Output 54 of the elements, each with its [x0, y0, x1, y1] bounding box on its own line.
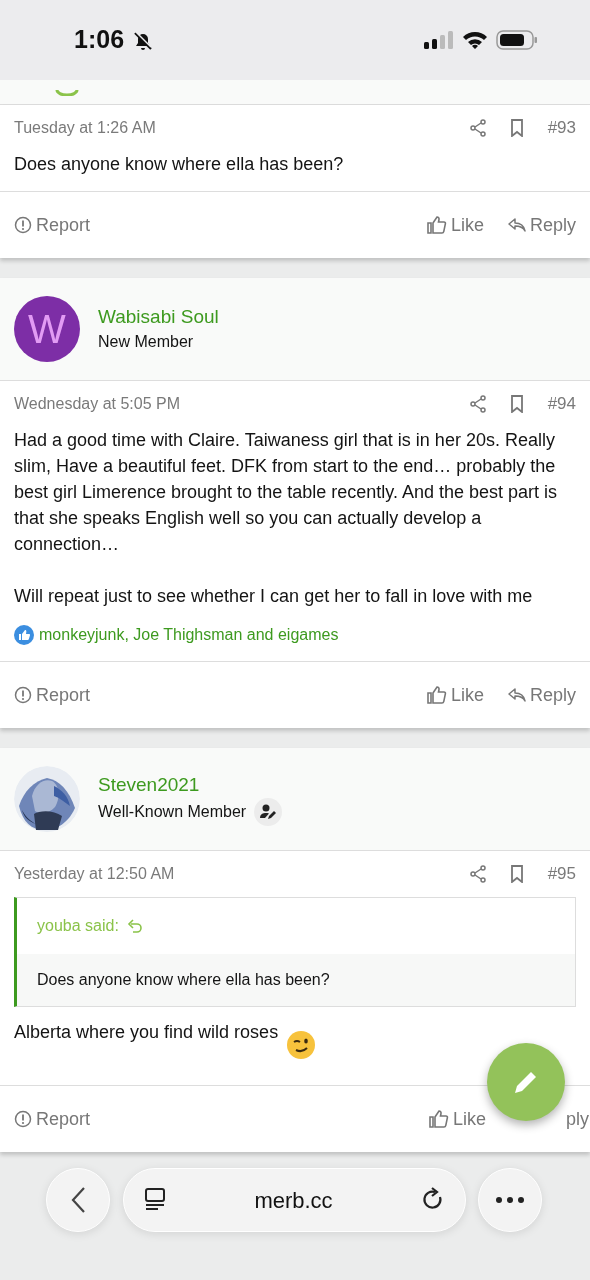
member-title: New Member	[98, 332, 194, 352]
bookmark-icon[interactable]	[509, 395, 524, 413]
report-button[interactable]: Report	[14, 681, 91, 709]
status-time: 1:06	[74, 24, 125, 56]
post-text: Alberta where you find wild roses	[14, 1021, 279, 1044]
member-title: Well-Known Member	[98, 802, 247, 822]
report-button[interactable]: Report	[14, 1105, 91, 1133]
username-link[interactable]: Wabisabi Soul	[98, 304, 219, 330]
quote-text: Does anyone know where ella has been?	[17, 954, 575, 1006]
reply-icon	[507, 687, 526, 703]
report-button[interactable]: Report	[14, 211, 91, 239]
post-date[interactable]: Wednesday at 5:05 PM	[14, 392, 181, 416]
reply-button[interactable]: Reply	[507, 681, 576, 709]
username-link[interactable]: Steven2021	[98, 772, 283, 798]
signal-icon	[424, 30, 454, 50]
reply-button[interactable]: ply	[566, 1105, 589, 1133]
bookmark-icon[interactable]	[509, 865, 524, 883]
warning-icon	[14, 686, 32, 704]
warning-icon	[14, 1110, 32, 1128]
battery-icon	[496, 30, 538, 50]
wifi-icon	[462, 30, 488, 50]
post-date[interactable]: Yesterday at 12:50 AM	[14, 862, 175, 886]
like-button[interactable]: Like	[426, 681, 484, 709]
post-number-link[interactable]: #93	[547, 115, 576, 141]
post-date[interactable]: Tuesday at 1:26 AM	[14, 116, 156, 140]
winking-face-icon	[286, 1030, 317, 1060]
reader-icon	[144, 1187, 166, 1213]
person-pen-icon	[254, 798, 283, 826]
address-bar[interactable]: merb.cc	[123, 1168, 466, 1232]
thumbs-up-icon	[428, 1109, 449, 1129]
thumbs-up-icon	[14, 625, 34, 645]
reply-button[interactable]: Reply	[507, 211, 576, 239]
like-button[interactable]: Like	[428, 1105, 486, 1133]
more-icon	[496, 1197, 524, 1203]
like-button[interactable]: Like	[426, 211, 484, 239]
avatar: W	[14, 296, 80, 362]
back-icon	[70, 1186, 86, 1214]
url-text: merb.cc	[254, 1186, 333, 1215]
warning-icon	[14, 216, 32, 234]
reactions-link[interactable]: monkeyjunk, Joe Thighsman and eigames	[39, 623, 339, 647]
bookmark-icon[interactable]	[509, 119, 524, 137]
more-button[interactable]	[478, 1168, 542, 1232]
share-icon[interactable]	[469, 865, 486, 883]
thumbs-up-icon	[426, 215, 447, 235]
post-text: Had a good time with Claire. Taiwaness girl that is in her 20s. Really slim, Have a beautiful feet. DFK from start to the end… probably the best girl Limerence brought to the table recently. And the best part is that she speaks English well so you can actually develop a connection…	[14, 429, 558, 556]
post-number-link[interactable]: #95	[547, 861, 576, 887]
post-number-link[interactable]: #94	[547, 391, 576, 417]
thumbs-up-icon	[426, 685, 447, 705]
share-icon[interactable]	[469, 119, 486, 137]
avatar-edge-icon	[55, 89, 79, 96]
reply-icon	[507, 217, 526, 233]
post-text: Does anyone know where ella has been?	[14, 153, 345, 176]
share-icon[interactable]	[469, 395, 486, 413]
post-text: Will repeat just to see whether I can get her to fall in love with me	[14, 585, 534, 608]
